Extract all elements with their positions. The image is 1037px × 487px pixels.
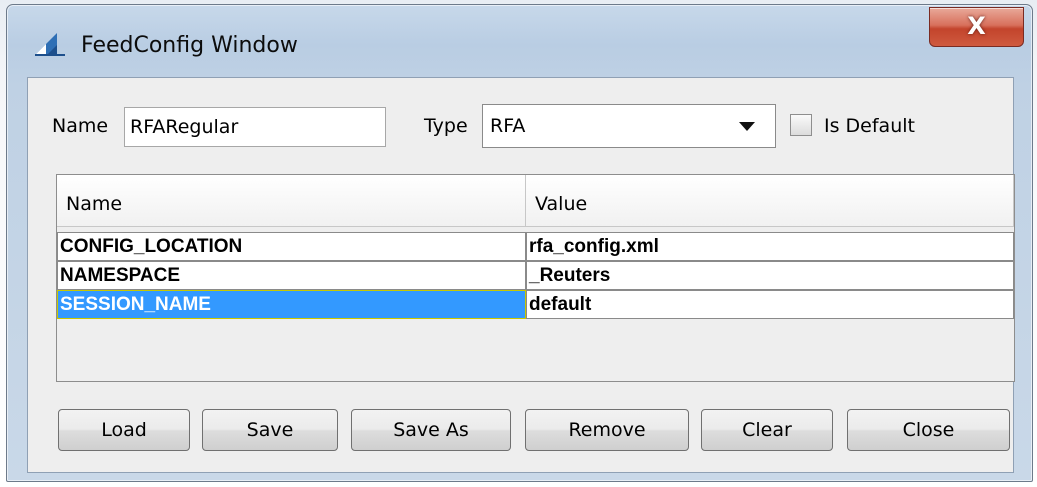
feedconfig-window: FeedConfig Window X Name RFARegular Type… [6, 4, 1033, 482]
close-button[interactable]: Close [847, 409, 1010, 451]
chevron-down-icon[interactable] [739, 122, 755, 131]
column-header-name[interactable]: Name [57, 175, 526, 227]
table-row[interactable]: CONFIG_LOCATION rfa_config.xml [57, 232, 1014, 261]
clear-button[interactable]: Clear [701, 409, 833, 451]
cell-name[interactable]: NAMESPACE [57, 261, 526, 290]
table-row[interactable]: NAMESPACE _Reuters [57, 261, 1014, 290]
dialog-content: Name RFARegular Type RFA Is Default Name… [27, 77, 1015, 473]
column-header-value[interactable]: Value [526, 175, 1014, 227]
is-default-label: Is Default [824, 115, 915, 137]
save-button[interactable]: Save [202, 409, 338, 451]
type-select[interactable]: RFA [482, 104, 776, 148]
name-input[interactable]: RFARegular [124, 107, 386, 147]
remove-button[interactable]: Remove [525, 409, 689, 451]
properties-table: Name Value CONFIG_LOCATION rfa_config.xm… [56, 174, 1015, 382]
table-row-selected[interactable]: SESSION_NAME default [57, 290, 1014, 319]
window-title: FeedConfig Window [81, 33, 298, 58]
name-label: Name [52, 115, 109, 137]
title-bar[interactable]: FeedConfig Window X [7, 5, 1032, 83]
window-close-button[interactable]: X [929, 7, 1024, 47]
cell-name[interactable]: SESSION_NAME [57, 290, 526, 319]
load-button[interactable]: Load [58, 409, 190, 451]
save-as-button[interactable]: Save As [351, 409, 511, 451]
cell-name[interactable]: CONFIG_LOCATION [57, 232, 526, 261]
is-default-checkbox[interactable] [790, 114, 812, 136]
cell-value[interactable]: _Reuters [526, 261, 1014, 290]
app-logo-icon [35, 33, 65, 56]
cell-value[interactable]: default [526, 290, 1014, 319]
type-select-value: RFA [490, 115, 526, 137]
cell-value[interactable]: rfa_config.xml [526, 232, 1014, 261]
close-icon: X [967, 12, 986, 40]
type-label: Type [424, 115, 468, 137]
